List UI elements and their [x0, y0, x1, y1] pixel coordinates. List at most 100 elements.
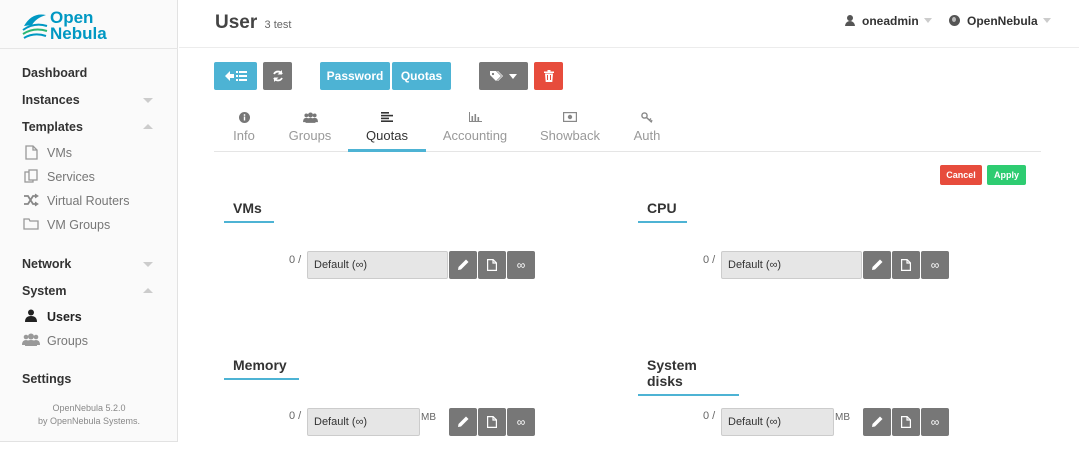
- tab-groups[interactable]: Groups: [278, 108, 342, 152]
- sidebar-item-templates[interactable]: Templates: [0, 114, 178, 141]
- edit-quota-button[interactable]: [863, 251, 891, 279]
- chevron-down-icon: [143, 262, 153, 267]
- delete-button[interactable]: [534, 62, 563, 90]
- apply-button[interactable]: Apply: [987, 165, 1026, 185]
- default-quota-button[interactable]: [478, 251, 506, 279]
- quota-used: 0 /: [703, 410, 716, 422]
- refresh-button[interactable]: [263, 62, 292, 90]
- default-quota-button[interactable]: [892, 251, 920, 279]
- password-button[interactable]: Password: [320, 62, 390, 90]
- shuffle-icon: [22, 193, 40, 209]
- infinity-icon: ∞: [930, 258, 940, 272]
- version-text: OpenNebula 5.2.0: [52, 403, 126, 413]
- tab-showback[interactable]: Showback: [536, 108, 604, 152]
- opennebula-logo[interactable]: Open Nebula: [22, 8, 122, 46]
- cancel-button[interactable]: Cancel: [940, 165, 982, 185]
- divider: [0, 48, 178, 49]
- unlimited-quota-button[interactable]: ∞: [507, 251, 535, 279]
- pencil-icon: [457, 416, 468, 427]
- logo-text: Open Nebula: [50, 8, 107, 43]
- detail-tabs: Info Groups Quotas Accounting Showback A…: [214, 108, 1041, 152]
- users-icon: [22, 333, 40, 349]
- file-icon: [487, 259, 497, 271]
- sidebar-item-services[interactable]: Services: [0, 165, 178, 189]
- pencil-icon: [457, 259, 468, 270]
- users-icon: [278, 112, 342, 126]
- quota-title-vms: VMs: [224, 200, 274, 223]
- quota-input-vms[interactable]: Default (∞): [307, 251, 448, 279]
- chevron-down-icon: [1042, 18, 1051, 23]
- sidebar-item-network[interactable]: Network: [0, 251, 178, 278]
- edit-quota-button[interactable]: [449, 408, 477, 436]
- default-quota-button[interactable]: [478, 408, 506, 436]
- tab-accounting[interactable]: Accounting: [436, 108, 514, 152]
- back-to-list-button[interactable]: [214, 62, 257, 90]
- sidebar-footer: OpenNebula 5.2.0 by OpenNebula Systems.: [0, 402, 178, 428]
- topbar: User 3 test oneadmin OpenNebula: [179, 0, 1079, 48]
- bar-chart-icon: [436, 112, 514, 126]
- quota-title-cpu: CPU: [638, 200, 687, 223]
- trash-icon: [543, 70, 554, 82]
- edit-quota-button[interactable]: [449, 251, 477, 279]
- unlimited-quota-button[interactable]: ∞: [507, 408, 535, 436]
- page-subtitle: 3 test: [264, 19, 292, 31]
- sidebar-item-users[interactable]: Users: [0, 305, 178, 329]
- chevron-up-icon: [143, 124, 153, 129]
- sidebar-item-settings[interactable]: Settings: [0, 366, 178, 393]
- pencil-icon: [871, 259, 882, 270]
- quota-title-memory: Memory: [224, 357, 299, 380]
- file-icon: [901, 259, 911, 271]
- file-icon: [487, 416, 497, 428]
- main-content: User 3 test oneadmin OpenNebula Password…: [179, 0, 1079, 475]
- default-quota-button[interactable]: [892, 408, 920, 436]
- sidebar-nav: Dashboard Instances Templates VMs Servic…: [0, 60, 178, 393]
- sidebar-item-vms[interactable]: VMs: [0, 141, 178, 165]
- quota-used: 0 /: [703, 254, 716, 266]
- tab-info[interactable]: Info: [214, 108, 274, 152]
- refresh-icon: [272, 70, 283, 82]
- page-title: User 3 test: [215, 12, 292, 33]
- folder-icon: [22, 217, 40, 233]
- sidebar-item-instances[interactable]: Instances: [0, 87, 178, 114]
- sidebar-item-vm-groups[interactable]: VM Groups: [0, 213, 178, 237]
- sidebar-item-system[interactable]: System: [0, 278, 178, 305]
- unit-label: MB: [835, 412, 850, 423]
- services-icon: [22, 169, 40, 185]
- quota-used: 0 /: [289, 410, 302, 422]
- sidebar: Open Nebula Dashboard Instances Template…: [0, 0, 178, 442]
- back-list-icon: [224, 71, 247, 81]
- chevron-down-icon: [923, 18, 932, 23]
- chevron-down-icon: [143, 98, 153, 103]
- edit-quota-button[interactable]: [863, 408, 891, 436]
- quota-input-memory[interactable]: Default (∞): [307, 408, 420, 436]
- infinity-icon: ∞: [516, 258, 526, 272]
- sidebar-item-groups[interactable]: Groups: [0, 329, 178, 353]
- globe-icon: [949, 15, 960, 26]
- vendor-text: by OpenNebula Systems.: [37, 416, 141, 426]
- quota-input-system-disks[interactable]: Default (∞): [721, 408, 834, 436]
- sidebar-item-dashboard[interactable]: Dashboard: [0, 60, 178, 87]
- unit-label: MB: [421, 412, 436, 423]
- money-icon: [536, 112, 604, 126]
- labels-button[interactable]: [479, 62, 528, 90]
- user-menu[interactable]: oneadmin: [845, 14, 932, 28]
- tags-icon: [489, 71, 517, 81]
- quota-title-system-disks: System disks: [638, 357, 739, 396]
- unlimited-quota-button[interactable]: ∞: [921, 251, 949, 279]
- pencil-icon: [871, 416, 882, 427]
- info-icon: [214, 112, 274, 126]
- infinity-icon: ∞: [516, 415, 526, 429]
- tab-auth[interactable]: Auth: [626, 108, 668, 152]
- quota-input-cpu[interactable]: Default (∞): [721, 251, 862, 279]
- tab-quotas[interactable]: Quotas: [348, 108, 426, 152]
- user-icon: [22, 309, 40, 325]
- key-icon: [626, 112, 668, 126]
- align-icon: [348, 112, 426, 126]
- unlimited-quota-button[interactable]: ∞: [921, 408, 949, 436]
- chevron-up-icon: [143, 288, 153, 293]
- quotas-button[interactable]: Quotas: [392, 62, 451, 90]
- file-icon: [22, 145, 40, 161]
- zone-menu[interactable]: OpenNebula: [949, 14, 1051, 28]
- sidebar-item-virtual-routers[interactable]: Virtual Routers: [0, 189, 178, 213]
- infinity-icon: ∞: [930, 415, 940, 429]
